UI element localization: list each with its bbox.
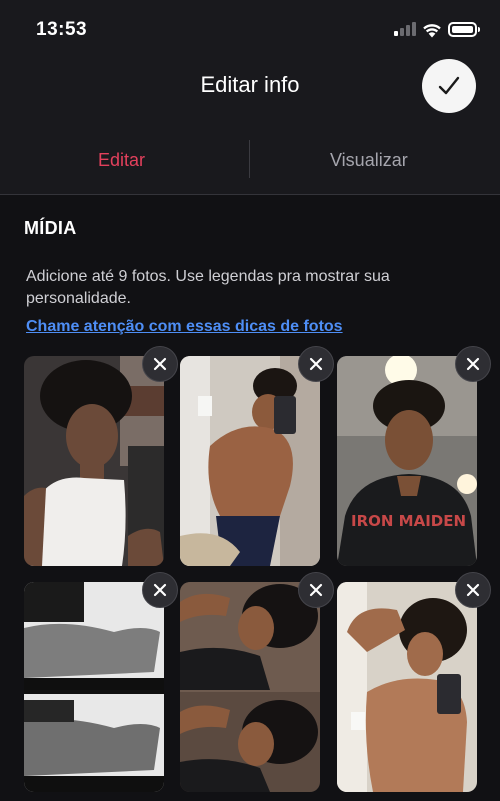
check-icon xyxy=(438,76,460,95)
done-button[interactable] xyxy=(422,59,476,113)
remove-photo-button[interactable] xyxy=(298,346,334,382)
photo-slot-3[interactable]: IRON MAIDEN xyxy=(337,346,491,566)
photo-thumbnail[interactable] xyxy=(180,582,320,792)
remove-photo-button[interactable] xyxy=(298,572,334,608)
remove-photo-button[interactable] xyxy=(455,346,491,382)
photo-slot-4[interactable] xyxy=(24,572,178,792)
top-bar: 13:53 Editar info Editar Visualizar xyxy=(0,0,500,195)
photo-thumbnail[interactable] xyxy=(180,356,320,566)
tab-divider xyxy=(249,140,250,178)
photo-slot-2[interactable] xyxy=(180,346,334,566)
photo-slot-6[interactable] xyxy=(337,572,491,792)
close-icon xyxy=(466,357,480,371)
tab-visualizar[interactable]: Visualizar xyxy=(330,150,408,171)
cellular-signal-icon xyxy=(394,22,416,36)
status-time: 13:53 xyxy=(36,19,88,40)
svg-text:IRON MAIDEN: IRON MAIDEN xyxy=(351,512,466,530)
remove-photo-button[interactable] xyxy=(142,346,178,382)
status-bar: 13:53 xyxy=(0,0,500,58)
close-icon xyxy=(309,583,323,597)
wifi-icon xyxy=(421,21,443,43)
close-icon xyxy=(309,357,323,371)
remove-photo-button[interactable] xyxy=(455,572,491,608)
tab-bar: Editar Visualizar xyxy=(0,128,500,194)
header-divider xyxy=(0,194,500,195)
photo-tips-link[interactable]: Chame atenção com essas dicas de fotos xyxy=(26,318,343,336)
tab-editar[interactable]: Editar xyxy=(98,150,145,171)
photo-thumbnail[interactable] xyxy=(24,582,164,792)
close-icon xyxy=(153,583,167,597)
photo-thumbnail[interactable]: IRON MAIDEN xyxy=(337,356,477,566)
battery-icon xyxy=(448,22,480,37)
remove-photo-button[interactable] xyxy=(142,572,178,608)
media-description: Adicione até 9 fotos. Use legendas pra m… xyxy=(26,268,390,307)
section-title-media: MÍDIA xyxy=(24,218,77,238)
photo-thumbnail[interactable] xyxy=(24,356,164,566)
close-icon xyxy=(153,357,167,371)
photo-slot-1[interactable] xyxy=(24,346,178,566)
photo-slot-5[interactable] xyxy=(180,572,334,792)
photo-thumbnail[interactable] xyxy=(337,582,477,792)
close-icon xyxy=(466,583,480,597)
